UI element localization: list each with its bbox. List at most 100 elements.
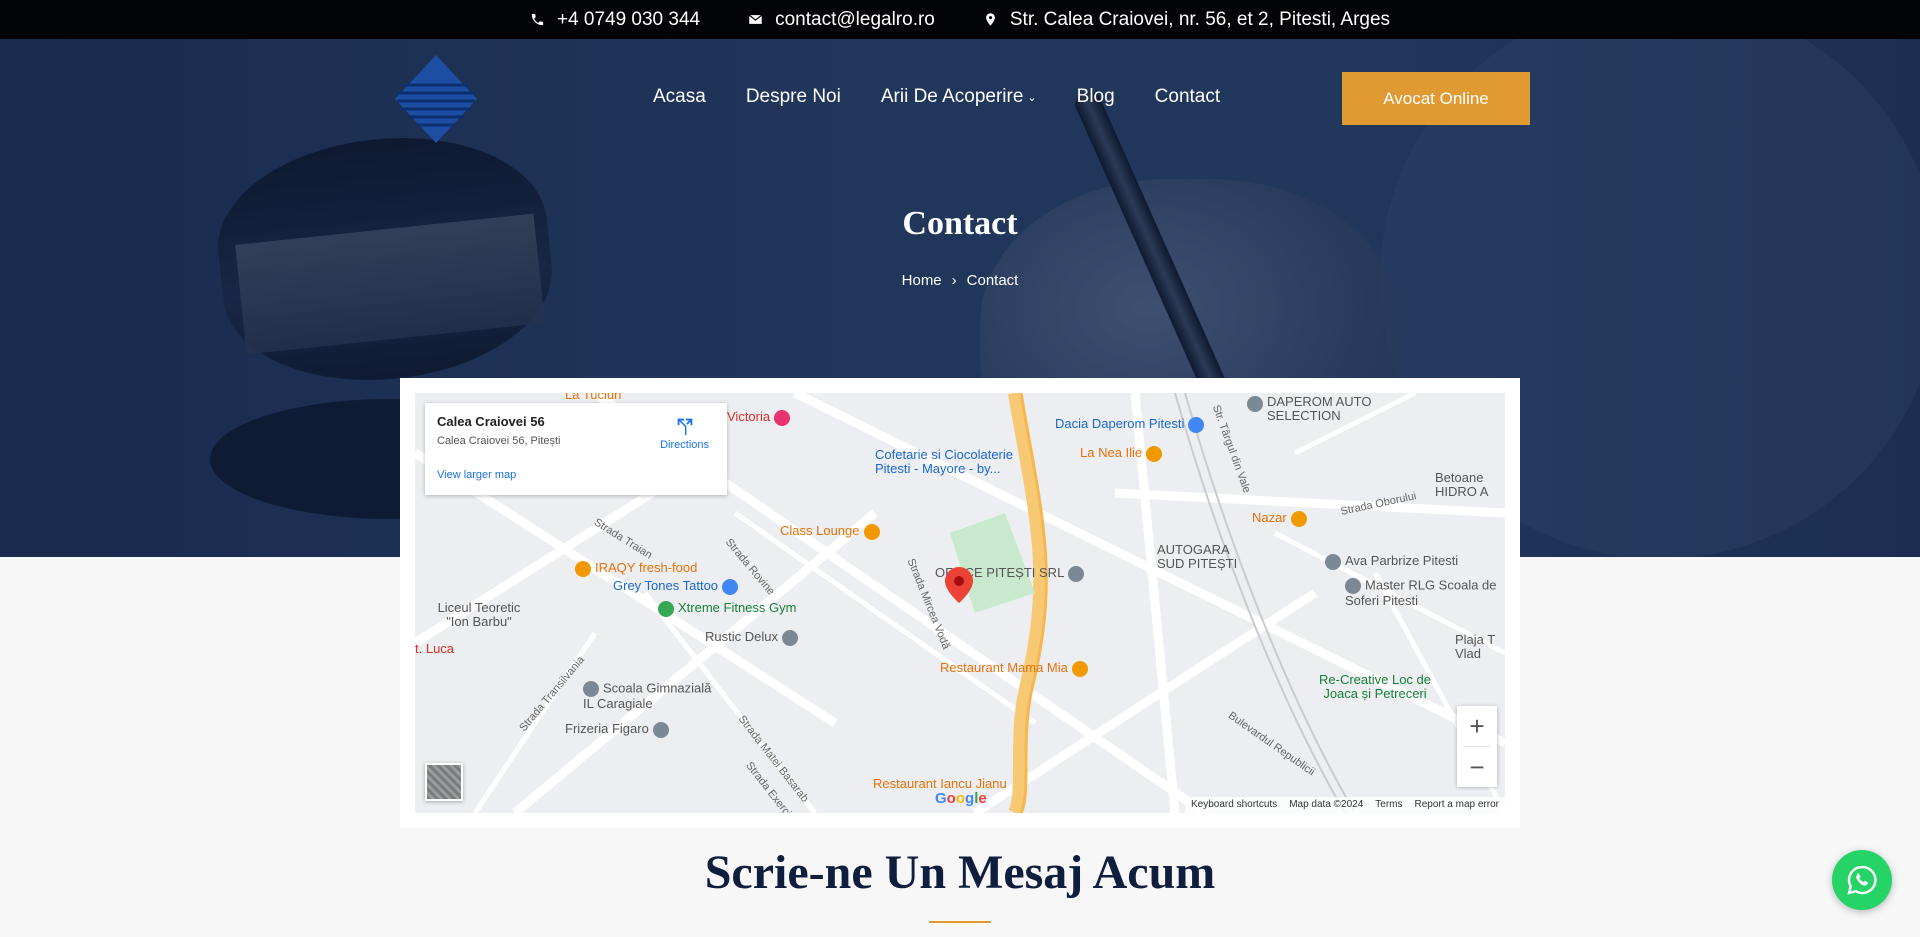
school-icon (583, 681, 599, 697)
map-poi[interactable]: t. Luca (415, 641, 454, 656)
nav-item-blog[interactable]: Blog (1077, 86, 1115, 108)
map-poi[interactable]: Scoala Gimnazială IL Caragiale (583, 681, 713, 711)
map-pin-icon (986, 13, 995, 26)
restaurant-icon (1290, 510, 1307, 527)
report-map-error-link[interactable]: Report a map error (1415, 799, 1499, 811)
poi-label: Victoria (727, 409, 771, 424)
address-text: Str. Calea Craiovei, nr. 56, et 2, Pites… (1009, 8, 1391, 30)
gym-icon (658, 600, 674, 617)
map-poi[interactable]: Grey Tones Tattoo (613, 578, 742, 595)
page-title: Contact (902, 205, 1018, 242)
map-attribution: Keyboard shortcuts Map data ©2024 Terms … (1185, 797, 1505, 813)
poi-label: Master RLG Scoala de Soferi Pitesti (1345, 577, 1497, 608)
poi-label: Liceul Teoretic "Ion Barbu" (437, 600, 521, 629)
google-logo: Google (935, 790, 987, 807)
map-poi[interactable]: Victoria (727, 409, 794, 426)
phone-text: +4 0749 030 344 (556, 8, 701, 30)
topbar-email[interactable]: contact@legalro.ro (748, 9, 935, 31)
top-contact-bar: +4 0749 030 344 contact@legalro.ro Str. … (0, 0, 1920, 39)
breadcrumb-separator-icon: › (951, 272, 957, 289)
nav-label: Contact (1154, 86, 1221, 107)
poi-label: Cofetarie si Ciocolaterie Pitesti - Mayo… (875, 447, 1014, 476)
envelope-icon (748, 14, 763, 24)
poi-label: Xtreme Fitness Gym (678, 600, 797, 615)
breadcrumb-home-link[interactable]: Home (902, 272, 942, 289)
poi-label: IRAQY fresh-food (595, 560, 698, 575)
map-poi[interactable]: Ava Parbrize Pitesti (1325, 553, 1458, 570)
restaurant-icon (1071, 660, 1088, 677)
map-poi[interactable]: Restaurant Iancu Jianu (873, 776, 1007, 791)
map-poi[interactable]: Re-Creative Loc de Joaca și Petreceri (1305, 673, 1445, 701)
heading-underline (929, 921, 991, 923)
avocat-online-button[interactable]: Avocat Online (1342, 72, 1530, 125)
topbar-address: Str. Calea Craiovei, nr. 56, et 2, Pites… (983, 9, 1390, 31)
map-poi[interactable]: Master RLG Scoala de Soferi Pitesti (1345, 578, 1505, 608)
nav-label: Blog (1076, 86, 1115, 107)
map-data-label: Map data ©2024 (1289, 799, 1364, 810)
breadcrumb: Home › Contact (0, 272, 1920, 289)
hotel-icon (774, 409, 791, 426)
map-poi[interactable]: La Nea Ilie (1080, 445, 1166, 462)
poi-label: Nazar (1252, 510, 1287, 525)
pin-icon (1068, 565, 1085, 582)
topbar-phone[interactable]: +4 0749 030 344 (530, 9, 700, 31)
nav-item-acasa[interactable]: Acasa (653, 86, 706, 108)
map-poi[interactable]: AUTOGARA SUD PITEȘTI (1157, 543, 1247, 571)
poi-label: Scoala Gimnazială IL Caragiale (583, 680, 712, 711)
google-map[interactable]: La Tuciuri Victoria DAPEROM AUTO SELECTI… (415, 393, 1505, 813)
poi-label: AUTOGARA SUD PITEȘTI (1157, 542, 1238, 571)
nav-item-contact[interactable]: Contact (1155, 86, 1220, 108)
terms-link[interactable]: Terms (1375, 799, 1402, 811)
poi-label: Ava Parbrize Pitesti (1345, 553, 1459, 568)
poi-label: La Nea Ilie (1080, 445, 1143, 460)
map-poi[interactable]: IRAQY fresh-food (575, 560, 697, 577)
nav-label: Acasa (653, 86, 706, 107)
whatsapp-icon (1847, 865, 1877, 895)
poi-label: La Tuciuri (565, 393, 622, 402)
zoom-controls: + − (1457, 706, 1497, 787)
map-poi[interactable]: DAPEROM AUTO SELECTION (1247, 395, 1407, 423)
directions-button[interactable]: Directions (660, 415, 709, 451)
phone-icon (531, 13, 544, 26)
zoom-in-button[interactable]: + (1457, 706, 1497, 746)
poi-label: Frizeria Figaro (565, 721, 649, 736)
poi-label: Plaja T Vlad (1455, 632, 1495, 661)
restaurant-icon (575, 560, 591, 577)
map-poi[interactable]: Betoane HIDRO A (1435, 471, 1505, 499)
pin-icon (652, 721, 669, 738)
map-poi[interactable]: Restaurant Mama Mia (940, 660, 1092, 677)
map-poi[interactable]: Rustic Delux (705, 629, 802, 646)
map-poi[interactable]: Class Lounge (780, 523, 884, 540)
map-poi[interactable]: Xtreme Fitness Gym (658, 600, 796, 617)
directions-label: Directions (660, 439, 709, 451)
map-poi[interactable]: La Tuciuri (565, 393, 621, 402)
map-poi[interactable]: Dacia Daperom Pitesti (1055, 416, 1208, 433)
map-card: La Tuciuri Victoria DAPEROM AUTO SELECTI… (400, 378, 1520, 828)
view-larger-map-link[interactable]: View larger map (437, 469, 516, 481)
map-poi[interactable]: Frizeria Figaro (565, 721, 673, 738)
poi-label: Rustic Delux (705, 629, 778, 644)
breadcrumb-current: Contact (966, 272, 1019, 289)
map-poi[interactable]: Cofetarie si Ciocolaterie Pitesti - Mayo… (875, 448, 1035, 476)
poi-label: Class Lounge (780, 523, 860, 538)
map-poi[interactable]: Nazar (1252, 510, 1311, 527)
poi-label: Grey Tones Tattoo (613, 578, 719, 593)
map-poi[interactable]: Plaja T Vlad (1455, 633, 1505, 661)
poi-label: Dacia Daperom Pitesti (1055, 416, 1185, 431)
poi-label: Restaurant Mama Mia (940, 660, 1068, 675)
whatsapp-button[interactable] (1832, 850, 1892, 910)
location-marker-icon[interactable] (945, 567, 973, 603)
bar-icon (863, 523, 880, 540)
shop-icon (722, 578, 739, 595)
directions-icon (677, 418, 692, 436)
nav-label: Despre Noi (745, 86, 841, 107)
zoom-out-button[interactable]: − (1457, 747, 1497, 787)
satellite-layer-toggle[interactable] (425, 763, 463, 801)
poi-label: Re-Creative Loc de Joaca și Petreceri (1319, 672, 1431, 701)
pin-icon (1247, 395, 1263, 412)
map-poi[interactable]: Liceul Teoretic "Ion Barbu" (429, 601, 529, 629)
site-logo[interactable] (395, 55, 477, 143)
keyboard-shortcuts-link[interactable]: Keyboard shortcuts (1191, 799, 1277, 811)
nav-item-despre-noi[interactable]: Despre Noi (746, 86, 841, 108)
nav-item-arii-de-acoperire[interactable]: Arii De Acoperire ⌄ (881, 86, 1037, 108)
